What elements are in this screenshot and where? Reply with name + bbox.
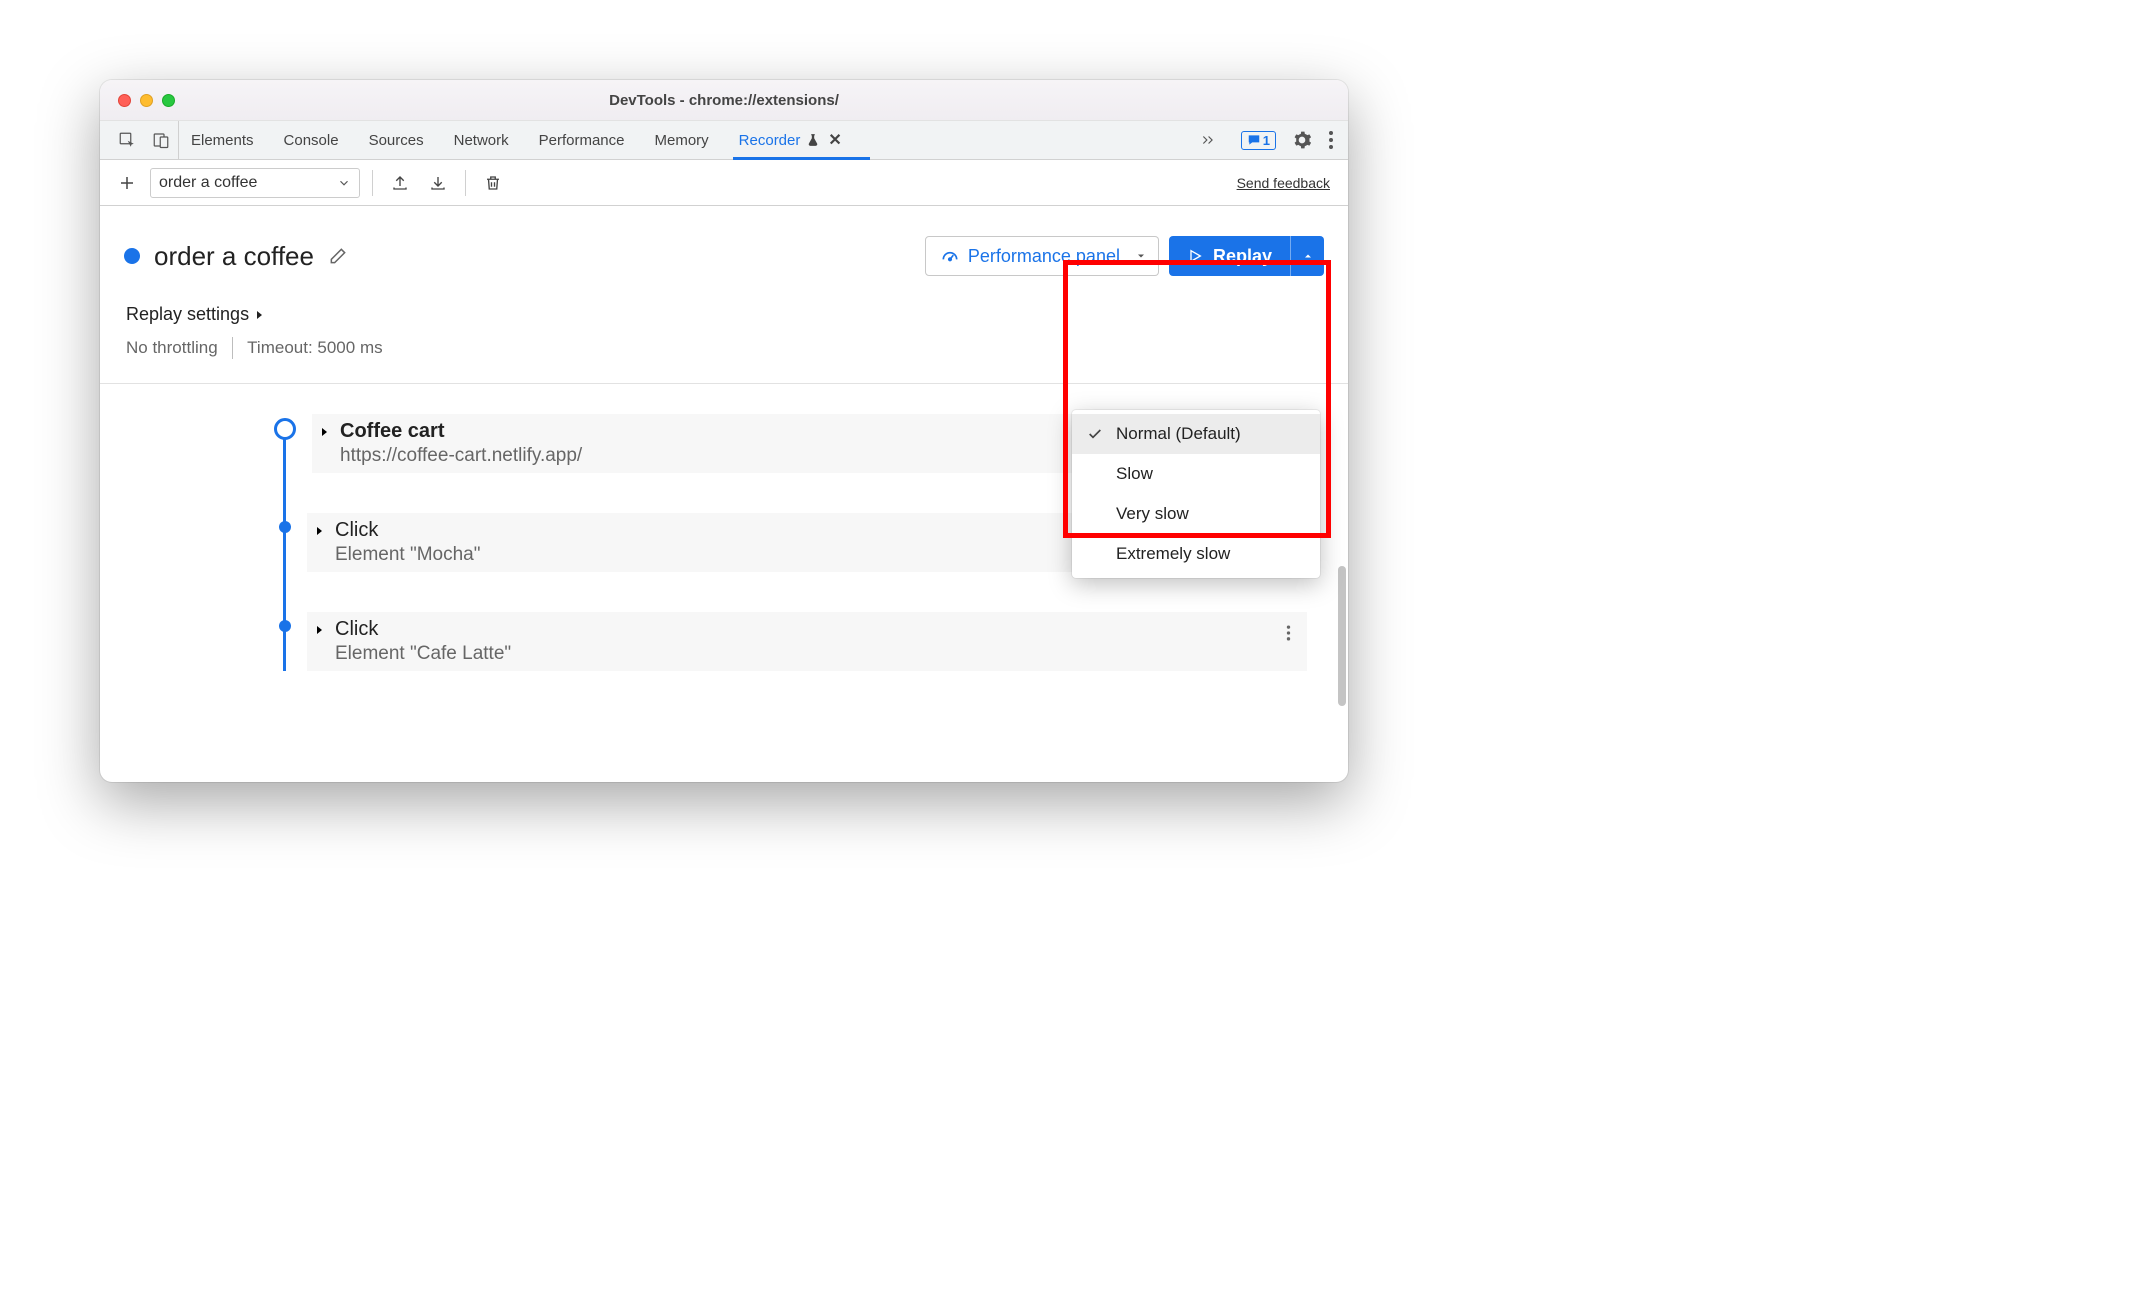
tab-elements[interactable]: Elements (189, 121, 256, 159)
check-icon (1086, 426, 1104, 442)
replay-settings-toggle[interactable]: Replay settings (126, 304, 1322, 325)
step-bullet (279, 620, 291, 632)
recording-title: order a coffee (154, 241, 314, 272)
recording-picker[interactable]: order a coffee (150, 168, 360, 198)
replay-button[interactable]: Replay (1169, 236, 1290, 276)
panel-tabs: Elements Console Sources Network Perform… (189, 121, 1189, 159)
panel-tabbar: Elements Console Sources Network Perform… (100, 120, 1348, 160)
import-button[interactable] (423, 168, 453, 198)
recorder-panel: order a coffee Performance panel (100, 206, 1348, 782)
step-title: Coffee cart (340, 420, 582, 443)
replay-settings: Replay settings No throttling Timeout: 5… (100, 286, 1348, 384)
tab-network[interactable]: Network (452, 121, 511, 159)
header-actions: Performance panel Replay (925, 236, 1324, 276)
speed-option-normal[interactable]: Normal (Default) (1072, 414, 1320, 454)
tab-sources[interactable]: Sources (367, 121, 426, 159)
maximize-window-button[interactable] (162, 94, 175, 107)
expand-step-icon[interactable] (313, 525, 325, 537)
step-subtitle: Element "Cafe Latte" (335, 643, 511, 665)
step-subtitle: https://coffee-cart.netlify.app/ (340, 445, 582, 467)
step-subtitle: Element "Mocha" (335, 544, 481, 566)
step-title: Click (335, 519, 481, 542)
tab-console[interactable]: Console (282, 121, 341, 159)
edit-title-icon[interactable] (328, 246, 348, 266)
titlebar: DevTools - chrome://extensions/ (100, 80, 1348, 120)
replay-settings-summary: No throttling Timeout: 5000 ms (126, 337, 1322, 359)
throttling-value: No throttling (126, 338, 218, 358)
step-bullet (279, 521, 291, 533)
minimize-window-button[interactable] (140, 94, 153, 107)
separator (465, 170, 466, 196)
devtools-window: DevTools - chrome://extensions/ Elements… (100, 80, 1348, 782)
performance-panel-dropdown[interactable] (1125, 236, 1159, 276)
tab-memory[interactable]: Memory (653, 121, 711, 159)
replay-speed-dropdown-button[interactable] (1290, 236, 1324, 276)
window-title: DevTools - chrome://extensions/ (609, 92, 839, 109)
speed-option-extremely-slow[interactable]: Extremely slow (1072, 534, 1320, 574)
separator (372, 170, 373, 196)
replay-speed-menu: Normal (Default) Slow Very slow Extremel… (1072, 410, 1320, 578)
send-feedback-link[interactable]: Send feedback (1237, 175, 1336, 191)
recording-indicator-dot (124, 248, 140, 264)
issues-count: 1 (1263, 133, 1270, 148)
new-recording-button[interactable] (112, 168, 142, 198)
tab-performance[interactable]: Performance (537, 121, 627, 159)
step-bullet-start (274, 418, 296, 440)
expand-step-icon[interactable] (318, 426, 330, 438)
performance-panel-button[interactable]: Performance panel (925, 236, 1135, 276)
more-menu-icon[interactable] (1328, 130, 1334, 150)
recording-header: order a coffee Performance panel (100, 206, 1348, 286)
timeout-value: Timeout: 5000 ms (247, 338, 382, 358)
scrollbar-thumb[interactable] (1338, 566, 1346, 706)
speed-option-very-slow[interactable]: Very slow (1072, 494, 1320, 534)
speed-option-slow[interactable]: Slow (1072, 454, 1320, 494)
settings-icon[interactable] (1292, 130, 1312, 150)
step-item[interactable]: Click Element "Cafe Latte" (268, 612, 1348, 671)
device-toolbar-icon[interactable] (152, 131, 170, 149)
recording-picker-label: order a coffee (159, 174, 257, 192)
more-tabs-button[interactable] (1189, 121, 1227, 159)
recorder-toolbar: order a coffee Send feedback (100, 160, 1348, 206)
export-button[interactable] (385, 168, 415, 198)
flask-icon (806, 133, 820, 147)
expand-step-icon[interactable] (313, 624, 325, 636)
issues-badge[interactable]: 1 (1241, 131, 1276, 150)
close-window-button[interactable] (118, 94, 131, 107)
window-controls (118, 94, 175, 107)
step-title: Click (335, 618, 511, 641)
tabbar-trailing: 1 (1227, 121, 1348, 159)
close-tab-icon[interactable]: ✕ (828, 130, 841, 150)
inspect-controls (110, 121, 179, 159)
delete-recording-button[interactable] (478, 168, 508, 198)
inspect-element-icon[interactable] (118, 131, 136, 149)
step-more-icon[interactable] (1270, 618, 1307, 648)
separator (232, 337, 234, 359)
tab-recorder[interactable]: Recorder ✕ (737, 121, 844, 159)
